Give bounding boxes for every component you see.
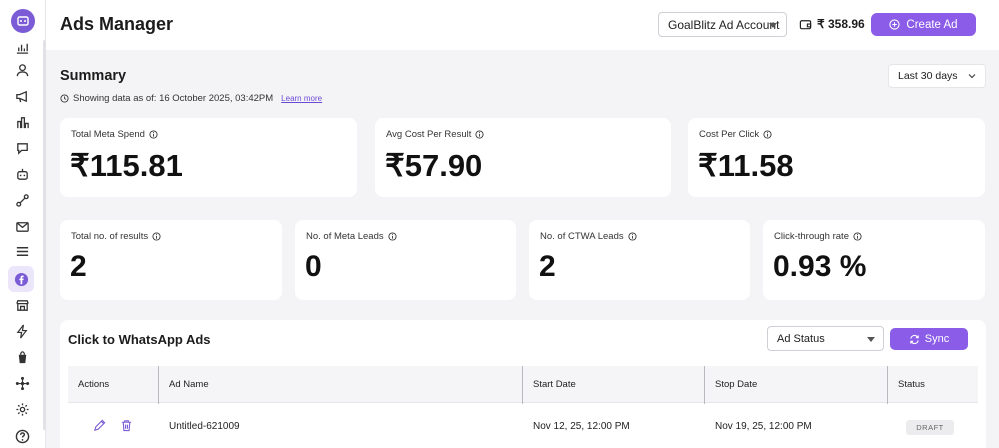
chat-icon[interactable] [11, 137, 33, 159]
metric-card-meta-leads: No. of Meta Leads 0 [295, 220, 516, 300]
cell-start-date: Nov 12, 25, 12:00 PM [533, 420, 630, 432]
info-icon[interactable] [475, 130, 484, 139]
date-range-select[interactable]: Last 30 days [888, 64, 986, 88]
sidebar [0, 0, 46, 448]
cell-stop-date: Nov 19, 25, 12:00 PM [715, 420, 812, 432]
metric-value: 2 [70, 250, 87, 283]
metric-card-ctwa-leads: No. of CTWA Leads 2 [529, 220, 750, 300]
metric-label: No. of Meta Leads [306, 231, 384, 242]
info-icon[interactable] [149, 130, 158, 139]
info-icon[interactable] [763, 130, 772, 139]
create-ad-label: Create Ad [906, 18, 958, 31]
caret-down-icon [769, 23, 777, 28]
mail-icon[interactable] [11, 215, 33, 237]
delete-icon[interactable] [120, 419, 133, 432]
top-header: Ads Manager GoalBlitz Ad Account ₹ 358.9… [46, 0, 999, 50]
plus-circle-icon [889, 19, 901, 30]
metric-label: Total Meta Spend [71, 129, 145, 140]
help-icon[interactable] [11, 425, 33, 447]
metric-value: ₹11.58 [698, 148, 794, 183]
chart-icon[interactable] [11, 36, 33, 58]
metric-card-cost-per-click: Cost Per Click ₹11.58 [688, 118, 985, 197]
metric-value: 2 [539, 250, 556, 283]
status-badge: DRAFT [906, 420, 954, 435]
clock-icon [60, 94, 69, 103]
table-header: Actions Ad Name Start Date Stop Date Sta… [68, 366, 978, 403]
integration-icon[interactable] [11, 372, 33, 394]
chevron-down-icon [968, 74, 976, 79]
metric-label: No. of CTWA Leads [540, 231, 624, 242]
table-row[interactable]: Untitled-621009 Nov 12, 25, 12:00 PM Nov… [68, 404, 978, 448]
metric-value: 0.93 % [773, 250, 867, 283]
column-header-ad-name[interactable]: Ad Name [159, 366, 522, 403]
data-timestamp-text: Showing data as of: 16 October 2025, 03:… [73, 93, 274, 104]
user-icon[interactable] [11, 59, 33, 81]
megaphone-icon[interactable] [11, 85, 33, 107]
wallet-amount: ₹ 358.96 [817, 17, 865, 31]
ctwa-ads-panel: Click to WhatsApp Ads Ad Status Sync Act… [60, 320, 986, 448]
metric-card-total-results: Total no. of results 2 [60, 220, 282, 300]
ad-status-label: Ad Status [777, 332, 825, 345]
metric-label: Click-through rate [774, 231, 849, 242]
facebook-icon[interactable] [8, 266, 34, 292]
create-ad-button[interactable]: Create Ad [871, 13, 976, 36]
caret-down-icon [867, 337, 875, 342]
bar-chart-icon[interactable] [11, 111, 33, 133]
metric-label: Cost Per Click [699, 129, 760, 140]
sync-label: Sync [924, 333, 950, 345]
flow-icon[interactable] [11, 189, 33, 211]
info-icon[interactable] [388, 232, 397, 241]
store-icon[interactable] [11, 294, 33, 316]
app-logo[interactable] [11, 9, 35, 33]
ad-account-select[interactable]: GoalBlitz Ad Account [658, 12, 787, 37]
page-title: Ads Manager [60, 14, 174, 34]
data-timestamp-note: Showing data as of: 16 October 2025, 03:… [60, 93, 322, 104]
wallet-balance: ₹ 358.96 [799, 17, 865, 31]
metric-value: 0 [305, 250, 322, 283]
summary-title: Summary [60, 68, 127, 84]
metric-card-avg-cost-per-result: Avg Cost Per Result ₹57.90 [375, 118, 671, 197]
metric-value: ₹115.81 [70, 148, 183, 183]
column-header-status[interactable]: Status [888, 366, 978, 403]
bot-icon[interactable] [11, 163, 33, 185]
sync-button[interactable]: Sync [890, 328, 968, 350]
list-icon[interactable] [11, 240, 33, 262]
learn-more-link[interactable]: Learn more [281, 94, 322, 103]
ad-status-select[interactable]: Ad Status [767, 326, 884, 351]
metric-card-click-through-rate: Click-through rate 0.93 % [763, 220, 985, 300]
metric-value: ₹57.90 [385, 148, 483, 183]
edit-icon[interactable] [93, 419, 106, 432]
column-header-start-date[interactable]: Start Date [523, 366, 704, 403]
metric-label: Total no. of results [71, 231, 149, 242]
column-header-actions[interactable]: Actions [68, 366, 158, 403]
wallet-icon [799, 19, 812, 29]
shopify-icon[interactable] [11, 346, 33, 368]
sidebar-scrollbar[interactable] [43, 40, 46, 430]
cell-ad-name[interactable]: Untitled-621009 [159, 404, 522, 448]
ad-account-label: GoalBlitz Ad Account [668, 17, 780, 32]
info-icon[interactable] [853, 232, 862, 241]
lightning-icon[interactable] [11, 320, 33, 342]
ctwa-ads-title: Click to WhatsApp Ads [68, 332, 211, 347]
column-header-stop-date[interactable]: Stop Date [705, 366, 887, 403]
date-range-label: Last 30 days [898, 70, 958, 82]
info-icon[interactable] [152, 232, 161, 241]
refresh-icon [910, 334, 919, 344]
metric-label: Avg Cost Per Result [386, 129, 472, 140]
gear-icon[interactable] [11, 398, 33, 420]
metric-card-total-meta-spend: Total Meta Spend ₹115.81 [60, 118, 357, 197]
info-icon[interactable] [628, 232, 637, 241]
